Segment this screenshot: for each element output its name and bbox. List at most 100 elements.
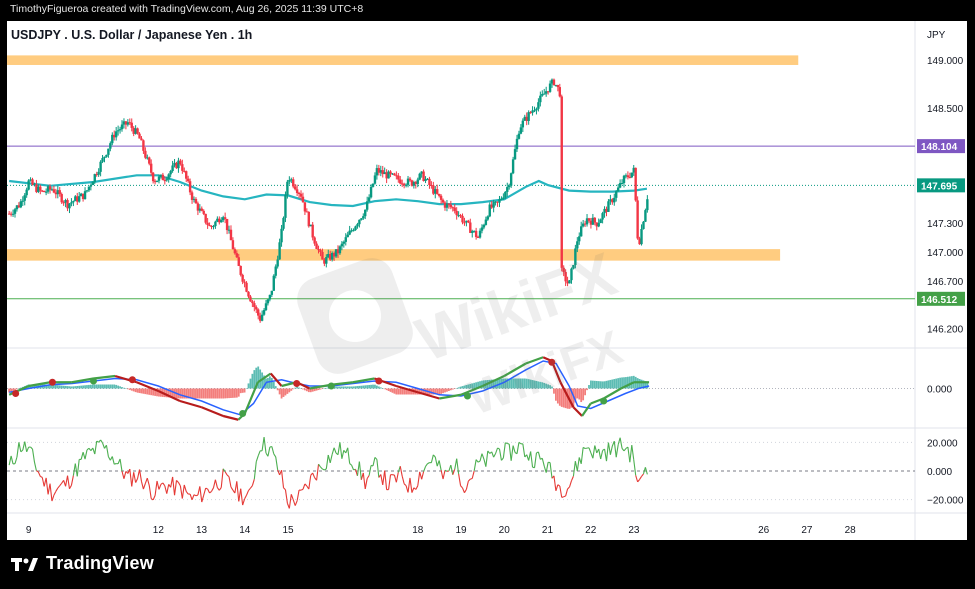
macd-histogram-bar: [619, 377, 622, 389]
candle-body: [251, 301, 254, 304]
candle-body: [527, 112, 530, 121]
oscillator-segment: [244, 494, 248, 500]
oscillator-segment: [615, 444, 619, 458]
oscillator-segment: [8, 455, 12, 466]
candle-body: [599, 219, 602, 224]
macd-histogram-bar: [615, 378, 618, 389]
macd-histogram-bar: [99, 384, 102, 389]
macd-histogram-bar: [212, 388, 215, 399]
macd-histogram-bar: [115, 384, 118, 389]
oscillator-line: [8, 437, 648, 509]
candle-body: [70, 202, 73, 204]
candle-body: [208, 225, 211, 227]
candle-body: [130, 122, 133, 128]
macd-line-segment: [179, 399, 202, 409]
oscillator-segment: [530, 451, 534, 468]
candle-body: [319, 250, 322, 252]
time-tick-label: 26: [758, 525, 770, 536]
oscillator-segment: [368, 465, 372, 476]
macd-histogram-bar: [344, 386, 347, 389]
oscillator-segment: [55, 487, 59, 492]
macd-histogram-bar: [91, 384, 94, 389]
oscillator-segment: [218, 487, 222, 491]
macd-histogram-bar: [195, 388, 197, 399]
oscillator-segment: [364, 478, 368, 490]
oscillator-segment: [288, 494, 292, 509]
candle-body: [340, 243, 344, 247]
macd-histogram-bar: [286, 388, 289, 394]
oscillator-segment: [181, 484, 185, 499]
oscillator-segment: [31, 449, 36, 463]
macd-histogram-bar: [588, 385, 590, 389]
candle-body: [535, 108, 538, 111]
candle-body: [260, 314, 264, 321]
macd-histogram-bar: [360, 385, 363, 389]
candle-body: [44, 191, 48, 193]
candle-body: [313, 237, 316, 244]
candle-body: [360, 218, 363, 220]
candle-body: [630, 172, 633, 178]
candle-body: [253, 303, 256, 308]
macd-histogram-bar: [14, 388, 16, 391]
oscillator-segment: [477, 460, 481, 463]
macd-histogram-bar: [321, 388, 324, 389]
macd-histogram-bar: [578, 388, 581, 400]
macd-histogram-bar: [473, 382, 476, 389]
macd-histogram-bar: [531, 380, 534, 389]
oscillator-segment: [45, 477, 49, 495]
macd-histogram-bar: [125, 388, 127, 389]
oscillator-segment: [316, 464, 320, 481]
macd-histogram-bar: [376, 385, 378, 389]
macd-histogram-bar: [302, 388, 304, 390]
price-chart[interactable]: USDJPY . U.S. Dollar / Japanese Yen . 1h…: [7, 21, 967, 540]
oscillator-segment: [507, 442, 510, 445]
candle-body: [622, 175, 626, 183]
macd-histogram-bar: [469, 383, 472, 389]
oscillator-segment: [203, 487, 207, 496]
candle-body: [517, 133, 521, 139]
macd-cross-marker: [463, 392, 471, 400]
macd-histogram-bar: [12, 388, 14, 391]
oscillator-segment: [572, 461, 576, 477]
candle-body: [498, 199, 501, 203]
oscillator-segment: [121, 471, 125, 479]
oscillator-segment: [467, 478, 471, 482]
candle-body: [105, 154, 108, 157]
candle-body: [486, 216, 490, 220]
candle-body: [593, 217, 597, 223]
macd-histogram-bar: [393, 388, 396, 394]
macd-histogram-bar: [126, 388, 129, 390]
time-tick-label: 9: [26, 525, 32, 536]
oscillator-segment: [491, 451, 495, 458]
candle-body: [107, 148, 110, 155]
candle-body: [558, 87, 561, 97]
oscillator-segment: [502, 442, 506, 458]
macd-histogram-bar: [101, 384, 104, 389]
oscillator-segment: [522, 443, 526, 458]
oscillator-segment: [142, 483, 146, 490]
candle-body: [484, 219, 488, 225]
oscillator-segment: [123, 471, 127, 479]
oscillator-segment: [631, 445, 635, 460]
oscillator-segment: [308, 475, 312, 490]
oscillator-segment: [179, 485, 183, 499]
oscillator-segment: [24, 441, 28, 452]
oscillator-segment: [72, 463, 76, 476]
candle-body: [270, 290, 274, 295]
oscillator-segment: [199, 486, 203, 503]
oscillator-segment: [629, 445, 633, 463]
oscillator-segment: [600, 450, 604, 460]
oscillator-segment: [255, 455, 259, 462]
candle-body: [607, 201, 610, 212]
candle-body: [301, 196, 305, 203]
candle-body: [506, 187, 509, 192]
macd-histogram-bar: [204, 388, 207, 399]
chart-frame[interactable]: USDJPY . U.S. Dollar / Japanese Yen . 1h…: [7, 21, 967, 540]
oscillator-segment: [349, 463, 352, 466]
candle-body: [233, 249, 237, 254]
candle-body: [371, 183, 375, 187]
candle-body: [556, 84, 560, 88]
macd-histogram-bar: [235, 388, 238, 398]
oscillator-segment: [605, 442, 609, 462]
oscillator-segment: [594, 445, 598, 454]
